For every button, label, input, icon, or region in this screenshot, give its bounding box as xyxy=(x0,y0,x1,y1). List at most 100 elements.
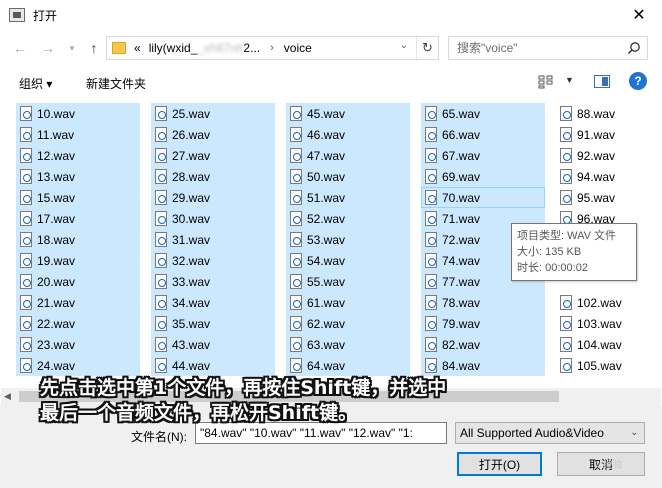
file-item[interactable]: 64.wav xyxy=(286,355,410,376)
file-name: 27.wav xyxy=(172,148,211,163)
file-name: 95.wav xyxy=(577,190,616,205)
file-item[interactable]: 24.wav xyxy=(16,355,140,376)
file-item[interactable]: 13.wav xyxy=(16,166,140,187)
file-item[interactable]: 33.wav xyxy=(151,271,275,292)
file-item[interactable]: 94.wav xyxy=(556,166,661,187)
file-item[interactable]: 45.wav xyxy=(286,103,410,124)
file-item[interactable]: 53.wav xyxy=(286,229,410,250)
file-item[interactable]: 46.wav xyxy=(286,124,410,145)
file-item[interactable]: 17.wav xyxy=(16,208,140,229)
filename-input[interactable] xyxy=(200,426,440,440)
audio-file-icon xyxy=(425,274,437,289)
audio-file-icon xyxy=(155,337,167,352)
address-dropdown-icon[interactable]: ⌄ xyxy=(400,40,408,51)
file-item[interactable]: 10.wav xyxy=(16,103,140,124)
file-item[interactable]: 34.wav xyxy=(151,292,275,313)
file-item[interactable]: 32.wav xyxy=(151,250,275,271)
file-item[interactable]: 28.wav xyxy=(151,166,275,187)
file-item[interactable]: 67.wav xyxy=(421,145,545,166)
file-item[interactable]: 23.wav xyxy=(16,334,140,355)
file-item[interactable]: 69.wav xyxy=(421,166,545,187)
file-item[interactable]: 43.wav xyxy=(151,334,275,355)
file-item[interactable]: 66.wav xyxy=(421,124,545,145)
audio-file-icon xyxy=(290,211,302,226)
view-options-icon[interactable] xyxy=(538,75,554,89)
file-item[interactable]: 35.wav xyxy=(151,313,275,334)
file-name: 35.wav xyxy=(172,316,211,331)
file-item[interactable]: 104.wav xyxy=(556,334,661,355)
file-item[interactable]: 22.wav xyxy=(16,313,140,334)
back-arrow-icon[interactable]: ← xyxy=(10,38,30,58)
audio-file-icon xyxy=(425,190,437,205)
new-folder-button[interactable]: 新建文件夹 xyxy=(86,75,146,92)
file-item[interactable]: 102.wav xyxy=(556,292,661,313)
file-column: 45.wav 46.wav 47.wav 50.wav 51.wav 52.wav 53.w… xyxy=(286,103,410,376)
open-button[interactable]: 打开(O) xyxy=(457,452,542,476)
file-item[interactable]: 20.wav xyxy=(16,271,140,292)
file-item[interactable]: 95.wav xyxy=(556,187,661,208)
breadcrumb-voice[interactable]: voice xyxy=(284,41,312,55)
file-item[interactable]: 103.wav xyxy=(556,313,661,334)
file-item[interactable]: 79.wav xyxy=(421,313,545,334)
recent-dropdown-icon[interactable]: ▾ xyxy=(62,38,82,58)
search-input[interactable] xyxy=(457,41,627,55)
search-box[interactable] xyxy=(448,36,648,60)
audio-file-icon xyxy=(290,127,302,142)
file-item[interactable]: 55.wav xyxy=(286,271,410,292)
file-item[interactable]: 63.wav xyxy=(286,334,410,355)
file-name: 11.wav xyxy=(37,127,75,142)
refresh-icon[interactable]: ↻ xyxy=(416,37,438,59)
file-item[interactable]: 84.wav xyxy=(421,355,545,376)
up-arrow-icon[interactable]: ↑ xyxy=(84,38,104,58)
tooltip-duration: 时长: 00:00:02 xyxy=(517,262,588,274)
file-item[interactable]: 92.wav xyxy=(556,145,661,166)
audio-file-icon xyxy=(155,274,167,289)
file-item[interactable]: 52.wav xyxy=(286,208,410,229)
file-item[interactable]: 11.wav xyxy=(16,124,140,145)
file-item[interactable]: 19.wav xyxy=(16,250,140,271)
forward-arrow-icon[interactable]: → xyxy=(38,38,58,58)
file-item[interactable]: 27.wav xyxy=(151,145,275,166)
audio-file-icon xyxy=(20,190,32,205)
file-name: 94.wav xyxy=(577,169,616,184)
file-item[interactable]: 50.wav xyxy=(286,166,410,187)
file-item[interactable]: 105.wav xyxy=(556,355,661,376)
file-item[interactable]: 29.wav xyxy=(151,187,275,208)
breadcrumb-prefix[interactable]: « xyxy=(134,41,141,55)
breadcrumb-separator-icon[interactable]: › xyxy=(270,42,274,54)
folder-icon xyxy=(112,42,126,54)
file-item[interactable]: 51.wav xyxy=(286,187,410,208)
audio-file-icon xyxy=(290,316,302,331)
audio-file-icon xyxy=(560,337,572,352)
preview-pane-icon[interactable] xyxy=(594,75,610,88)
file-item[interactable]: 21.wav xyxy=(16,292,140,313)
file-item[interactable]: 62.wav xyxy=(286,313,410,334)
file-item[interactable]: 30.wav xyxy=(151,208,275,229)
window-title: 打开 xyxy=(33,8,58,23)
close-button[interactable]: ✕ xyxy=(616,0,662,30)
file-item[interactable]: 61.wav xyxy=(286,292,410,313)
file-name: 79.wav xyxy=(442,316,481,331)
help-icon[interactable]: ? xyxy=(629,72,647,90)
file-item[interactable]: 26.wav xyxy=(151,124,275,145)
breadcrumb-user[interactable]: lily(wxid_ xyxy=(149,41,198,55)
audio-file-icon xyxy=(560,106,572,121)
file-item[interactable]: 88.wav xyxy=(556,103,661,124)
file-item[interactable]: 31.wav xyxy=(151,229,275,250)
organize-button[interactable]: 组织 ▾ xyxy=(19,75,52,92)
file-item[interactable]: 65.wav xyxy=(421,103,545,124)
file-item[interactable]: 91.wav xyxy=(556,124,661,145)
file-item[interactable]: 15.wav xyxy=(16,187,140,208)
file-item[interactable]: 25.wav xyxy=(151,103,275,124)
file-item[interactable]: 18.wav xyxy=(16,229,140,250)
file-item[interactable]: 70.wav xyxy=(421,187,545,208)
file-item[interactable]: 78.wav xyxy=(421,292,545,313)
view-dropdown-icon[interactable]: ▼ xyxy=(565,75,574,85)
file-item[interactable]: 44.wav xyxy=(151,355,275,376)
file-item[interactable]: 54.wav xyxy=(286,250,410,271)
scroll-left-icon[interactable]: ◀ xyxy=(4,391,11,402)
address-bar[interactable]: « lily(wxid_ _xh87​nh 2... › voice ⌄ ↻ xyxy=(106,36,439,60)
file-item[interactable]: 12.wav xyxy=(16,145,140,166)
file-item[interactable]: 82.wav xyxy=(421,334,545,355)
file-item[interactable]: 47.wav xyxy=(286,145,410,166)
